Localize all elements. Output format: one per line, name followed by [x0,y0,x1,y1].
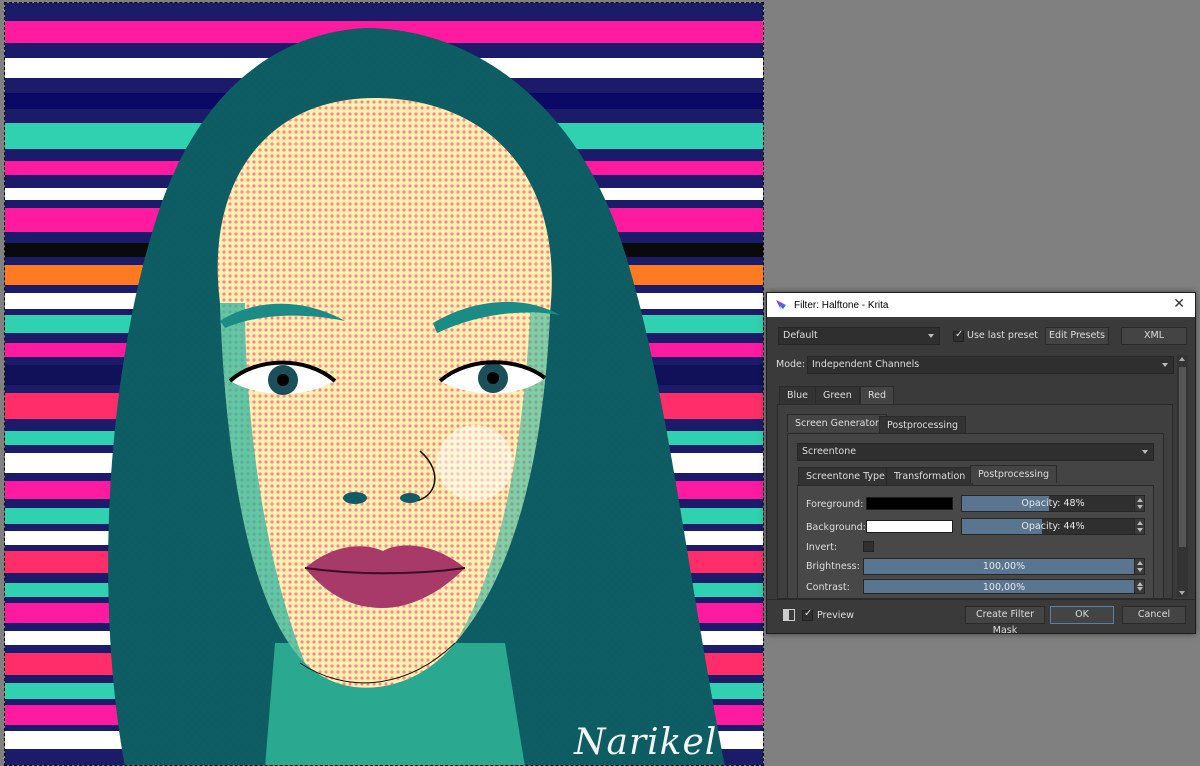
dialog-title: Filter: Halftone - Krita [794,299,889,311]
foreground-color-swatch[interactable] [866,497,953,510]
preview-label: Preview [817,610,854,621]
tab-green[interactable]: Green [815,386,860,404]
chevron-down-icon [928,334,934,338]
krita-app-icon [776,300,786,310]
mode-label: Mode: [776,359,806,370]
brightness-label: Brightness: [806,561,860,572]
background-opacity-slider[interactable]: Opacity: 44% [961,518,1145,535]
tab-screentone-type[interactable]: Screentone Type [798,467,893,485]
contrast-spinner[interactable] [1134,580,1144,593]
use-last-preset-checkbox[interactable] [953,329,964,342]
edit-presets-button[interactable]: Edit Presets [1045,327,1109,345]
brightness-slider[interactable]: 100,00% [863,558,1145,575]
scroll-up-icon[interactable] [1179,357,1185,361]
artwork-image[interactable] [4,2,764,766]
brightness-value: 100,00% [982,561,1026,572]
contrast-slider[interactable]: 100,00% [863,579,1145,594]
tab-red[interactable]: Red [860,386,895,404]
dialog-divider [767,599,1195,600]
tab-inner-postprocessing[interactable]: Postprocessing [970,465,1058,483]
use-last-preset-label: Use last preset [967,330,1039,341]
close-icon[interactable]: ✕ [1173,297,1185,311]
mode-combo[interactable]: Independent Channels [807,356,1174,374]
chevron-down-icon [1142,450,1148,454]
cancel-button[interactable]: Cancel [1122,606,1186,624]
invert-checkbox[interactable] [863,541,874,552]
scroll-down-icon[interactable] [1179,591,1185,595]
foreground-label: Foreground: [806,499,864,510]
halftone-filter-dialog: Filter: Halftone - Krita ✕ Default Use l… [766,292,1196,636]
foreground-opacity-slider[interactable]: Opacity: 48% [961,495,1145,512]
background-color-swatch[interactable] [866,520,953,533]
contrast-label: Contrast: [806,582,850,593]
background-opacity-text: Opacity: 44% [1021,521,1085,532]
contrast-value: 100,00% [982,582,1026,593]
ok-button[interactable]: OK [1050,606,1114,624]
generator-combo-value: Screentone [802,446,857,457]
mode-combo-value: Independent Channels [812,359,920,370]
tab-transformation[interactable]: Transformation [886,467,974,485]
brightness-spinner[interactable] [1134,559,1144,574]
dialog-titlebar[interactable]: Filter: Halftone - Krita ✕ [767,293,1195,317]
background-opacity-spinner[interactable] [1134,519,1144,534]
foreground-opacity-text: Opacity: 48% [1021,498,1085,509]
tab-blue[interactable]: Blue [779,386,817,404]
tab-postprocessing[interactable]: Postprocessing [879,416,967,434]
background-label: Background: [806,522,866,533]
preview-checkbox[interactable] [802,608,813,621]
halftone-portrait [5,3,763,765]
chevron-down-icon [1162,363,1168,367]
xml-button[interactable]: XML [1121,327,1187,345]
create-filter-mask-button[interactable]: Create Filter Mask [965,606,1045,636]
invert-label: Invert: [806,542,838,553]
preset-combo[interactable]: Default [778,327,940,345]
preset-combo-value: Default [783,330,818,341]
artist-signature: Narikel [574,722,718,763]
generator-combo[interactable]: Screentone [797,443,1154,461]
split-view-icon[interactable] [783,609,795,621]
tab-screen-generator[interactable]: Screen Generator [787,414,887,432]
foreground-opacity-spinner[interactable] [1134,496,1144,511]
scrollbar-thumb[interactable] [1179,367,1186,547]
dialog-scrollbar[interactable] [1177,355,1188,597]
